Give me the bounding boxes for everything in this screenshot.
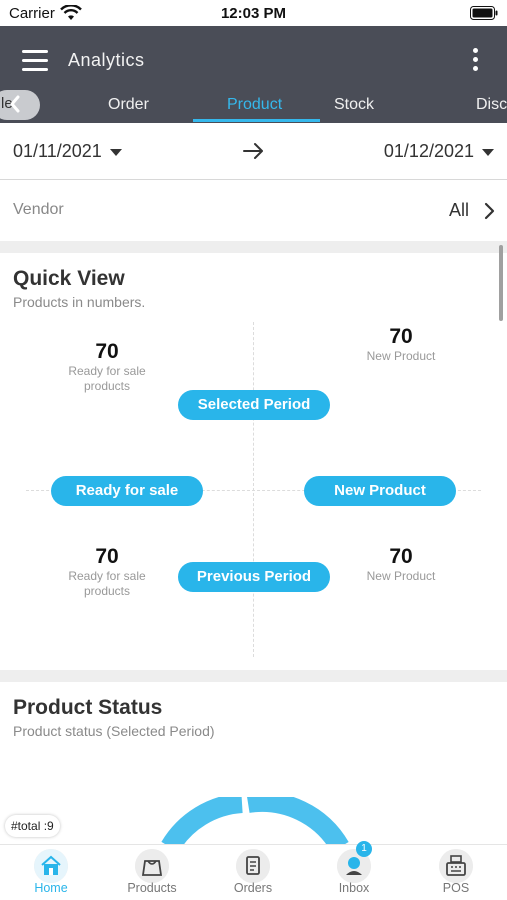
tab-product[interactable]: Product — [227, 96, 282, 114]
tab-stock[interactable]: Stock — [334, 96, 374, 114]
section-divider — [0, 241, 507, 253]
vendor-value: All — [448, 200, 469, 220]
nav-home[interactable]: Home — [1, 845, 101, 900]
inbox-count-badge: 1 — [356, 841, 372, 857]
active-tab-indicator — [193, 119, 320, 122]
app-header: Analytics le Order Product Stock Disc — [0, 26, 507, 123]
previous-ready-stat: 70 Ready for sale products — [32, 545, 182, 599]
nav-label: Products — [127, 881, 177, 895]
nav-label: POS — [442, 881, 470, 895]
nav-pos[interactable]: POS — [406, 845, 506, 900]
previous-new-stat: 70 New Product — [326, 545, 476, 584]
quick-view-subtitle: Products in numbers. — [13, 294, 146, 310]
date-to-value: 01/12/2021 — [383, 141, 474, 161]
chevron-left-icon — [10, 95, 20, 113]
nav-products[interactable]: Products — [102, 845, 202, 900]
stat-label: New Product — [366, 569, 436, 583]
arrow-right-icon — [243, 143, 263, 159]
analytics-tabs: le Order Product Stock Disc — [0, 90, 507, 123]
tab-discount[interactable]: Disc — [476, 96, 507, 114]
chevron-right-icon — [484, 202, 495, 220]
stat-value: 70 — [389, 325, 413, 348]
caret-down-icon — [482, 148, 494, 156]
status-bar: Carrier 12:03 PM — [0, 0, 507, 26]
vendor-selector[interactable]: Vendor All — [0, 181, 507, 241]
tab-scroll-back-button[interactable]: le — [0, 90, 40, 120]
quick-view-title: Quick View — [13, 267, 125, 290]
total-badge: #total :9 — [5, 815, 60, 837]
stat-value: 70 — [95, 340, 119, 363]
ready-for-sale-pill[interactable]: Ready for sale — [51, 476, 203, 506]
vendor-label: Vendor — [13, 201, 64, 218]
stat-value: 70 — [389, 545, 413, 568]
date-range-row: 01/11/2021 01/12/2021 — [0, 123, 507, 180]
selected-period-pill[interactable]: Selected Period — [178, 390, 330, 420]
date-from-picker[interactable]: 01/11/2021 — [13, 141, 122, 162]
scrollbar[interactable] — [499, 245, 503, 321]
nav-orders[interactable]: Orders — [203, 845, 303, 900]
battery-icon — [470, 6, 498, 20]
date-to-picker[interactable]: 01/12/2021 — [384, 141, 494, 162]
nav-label: Home — [34, 881, 68, 895]
nav-label: Orders — [233, 881, 273, 895]
nav-inbox[interactable]: 1 Inbox — [304, 841, 404, 900]
product-status-subtitle: Product status (Selected Period) — [13, 723, 215, 739]
stat-value: 70 — [95, 545, 119, 568]
new-product-pill[interactable]: New Product — [304, 476, 456, 506]
hamburger-icon[interactable] — [22, 50, 48, 72]
bottom-nav: Home Products Orders 1 Inbox POS — [0, 841, 507, 900]
product-status-gauge — [161, 797, 349, 847]
cash-register-icon — [439, 849, 473, 883]
home-icon — [34, 849, 68, 883]
stat-label: New Product — [366, 349, 436, 363]
clock: 12:03 PM — [220, 5, 287, 22]
kebab-menu-icon[interactable] — [471, 48, 479, 72]
caret-down-icon — [109, 148, 122, 156]
product-status-title: Product Status — [13, 696, 163, 719]
section-divider — [0, 670, 507, 682]
selected-new-stat: 70 New Product — [326, 325, 476, 364]
document-icon — [236, 849, 270, 883]
stat-label: Ready for sale products — [68, 569, 146, 598]
shopping-bag-icon — [135, 849, 169, 883]
previous-period-pill[interactable]: Previous Period — [178, 562, 330, 592]
stat-label: Ready for sale products — [68, 364, 146, 393]
nav-label: Inbox — [338, 881, 370, 895]
selected-ready-stat: 70 Ready for sale products — [32, 340, 182, 394]
page-title: Analytics — [68, 50, 145, 70]
tab-order[interactable]: Order — [108, 96, 149, 114]
date-from-value: 01/11/2021 — [13, 141, 102, 161]
